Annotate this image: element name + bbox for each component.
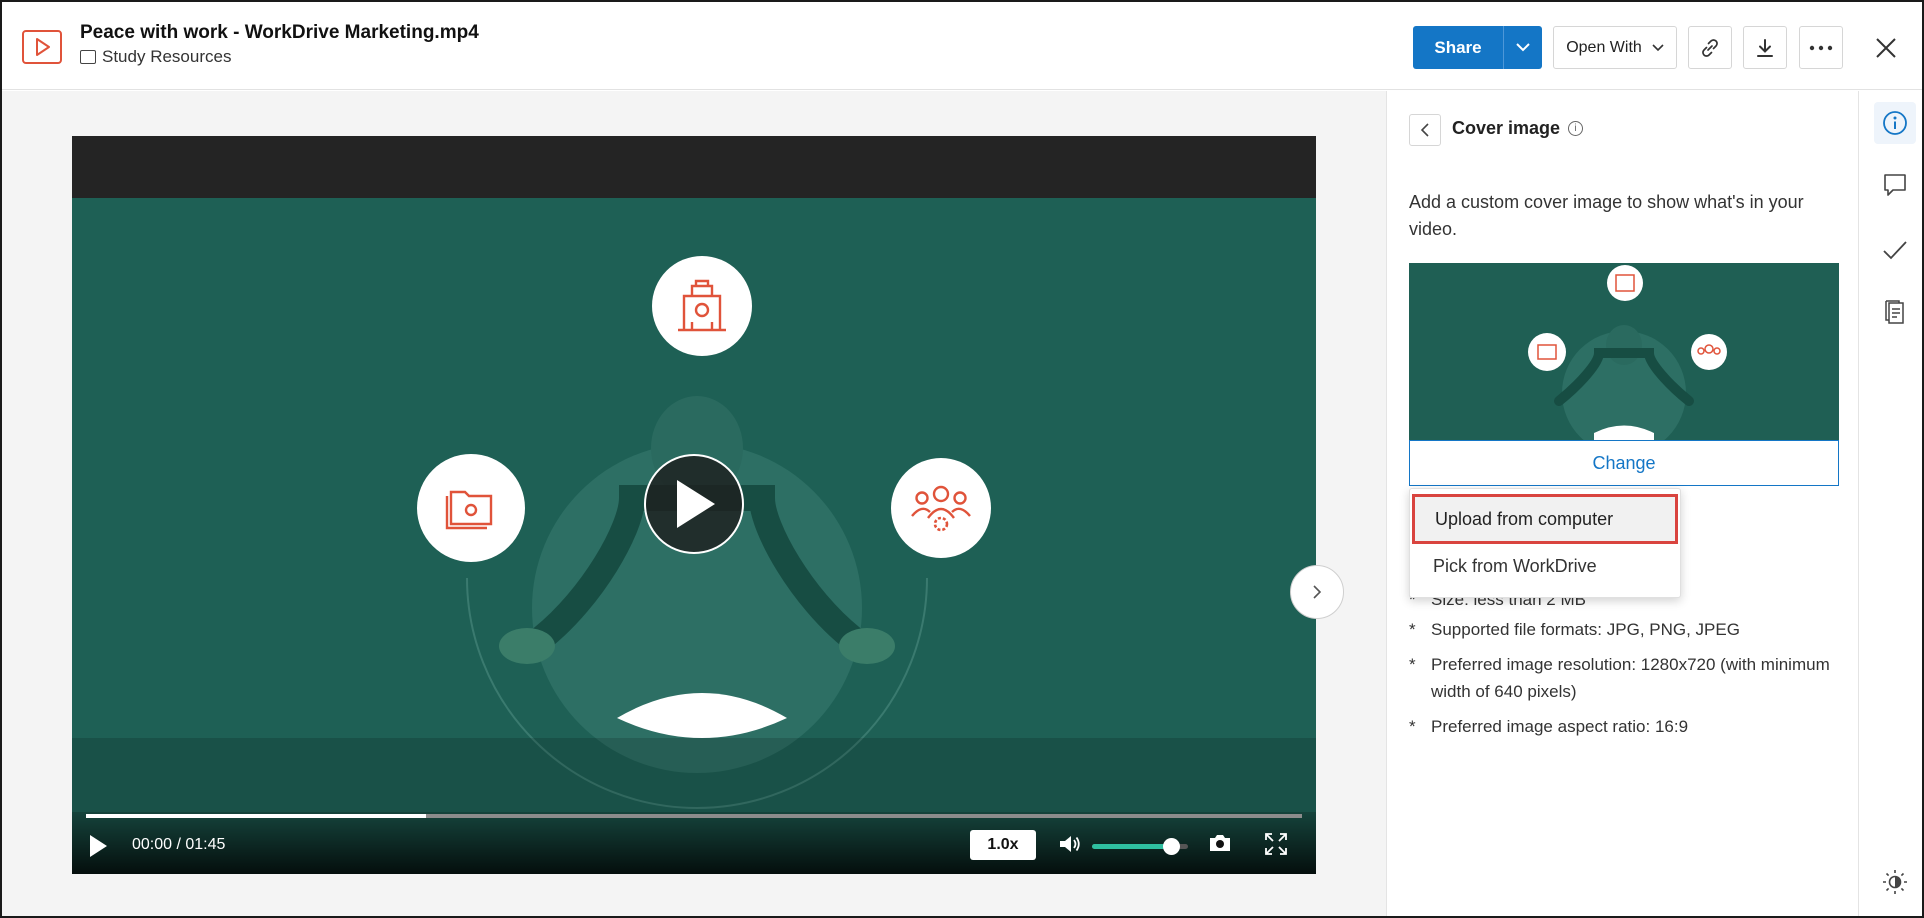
- chevron-down-icon[interactable]: [1504, 26, 1542, 69]
- download-icon: [1757, 38, 1773, 57]
- info-icon[interactable]: i: [1568, 121, 1584, 136]
- snapshot-button[interactable]: [1208, 833, 1232, 858]
- volume-slider[interactable]: [1092, 838, 1188, 855]
- pick-from-workdrive-option[interactable]: Pick from WorkDrive: [1410, 541, 1680, 591]
- close-icon: [1876, 38, 1896, 58]
- close-button[interactable]: [1868, 30, 1904, 66]
- theme-toggle-button[interactable]: [1874, 861, 1916, 903]
- viewer-header: Peace with work - WorkDrive Marketing.mp…: [2, 2, 1922, 90]
- volume-icon: [1060, 836, 1080, 852]
- playback-speed-button[interactable]: 1.0x: [970, 830, 1036, 860]
- seek-bar[interactable]: [86, 814, 1302, 818]
- folder-name: Study Resources: [102, 47, 232, 66]
- office-building-icon: [652, 256, 752, 356]
- play-overlay-button[interactable]: [644, 454, 744, 554]
- fullscreen-icon: [1265, 833, 1287, 855]
- volume-slider-handle[interactable]: [1162, 838, 1180, 855]
- time-display: 00:00 / 01:45: [132, 836, 226, 853]
- volume-button[interactable]: [1058, 833, 1082, 860]
- cover-image-thumbnail: [1409, 263, 1839, 440]
- chevron-left-icon: [1420, 123, 1429, 137]
- info-icon: [1883, 111, 1907, 135]
- requirement-item: * Supported file formats: JPG, PNG, JPEG: [1409, 620, 1740, 639]
- preview-area: 00:00 / 01:45 1.0x: [2, 91, 1386, 916]
- player-controls: 00:00 / 01:45 1.0x: [72, 812, 1316, 874]
- document-list-icon: [1885, 300, 1904, 324]
- comments-button[interactable]: [1874, 164, 1916, 206]
- fullscreen-button[interactable]: [1264, 832, 1288, 861]
- change-cover-menu: Upload from computer Pick from WorkDrive: [1409, 488, 1681, 598]
- play-icon: [677, 480, 715, 528]
- comment-icon: [1884, 174, 1906, 196]
- download-button[interactable]: [1743, 26, 1787, 69]
- requirement-item: * Preferred image resolution: 1280x720 (…: [1409, 655, 1830, 701]
- copy-link-button[interactable]: [1688, 26, 1732, 69]
- play-icon: [90, 835, 107, 857]
- video-file-icon: [22, 30, 62, 64]
- folder-settings-icon: [417, 454, 525, 562]
- share-label: Share: [1413, 26, 1504, 69]
- panel-description: Add a custom cover image to show what's …: [1409, 192, 1804, 239]
- link-icon: [1702, 38, 1718, 57]
- play-button[interactable]: [88, 834, 108, 863]
- volume-slider-fill: [1092, 844, 1171, 849]
- more-options-button[interactable]: [1799, 26, 1843, 69]
- chevron-right-icon: [1313, 585, 1322, 599]
- more-horizontal-icon: [1809, 45, 1833, 50]
- requirement-item: * Preferred image aspect ratio: 16:9: [1409, 717, 1689, 736]
- chevron-down-icon: [1652, 39, 1664, 57]
- video-player[interactable]: 00:00 / 01:45 1.0x: [72, 136, 1316, 874]
- camera-icon: [1210, 835, 1230, 851]
- brightness-icon: [1883, 870, 1907, 894]
- right-rail: [1858, 91, 1922, 916]
- seek-bar-progress: [86, 814, 427, 818]
- file-title: Peace with work - WorkDrive Marketing.mp…: [80, 22, 479, 43]
- share-button[interactable]: Share: [1413, 26, 1542, 69]
- video-letterbox-top: [72, 136, 1316, 198]
- app-window: Peace with work - WorkDrive Marketing.mp…: [0, 0, 1924, 918]
- change-cover-button[interactable]: Change: [1409, 440, 1839, 486]
- next-file-button[interactable]: [1290, 565, 1344, 619]
- team-folder-icon: [80, 50, 96, 64]
- thumbnail-illustration: [1528, 265, 1727, 440]
- open-with-button[interactable]: Open With: [1553, 26, 1677, 69]
- upload-from-computer-option[interactable]: Upload from computer: [1412, 494, 1678, 544]
- tasks-button[interactable]: [1874, 229, 1916, 271]
- activity-button[interactable]: [1874, 291, 1916, 333]
- cover-image-panel: Cover image i Add a custom cover image t…: [1386, 91, 1858, 916]
- info-panel-button[interactable]: [1874, 102, 1916, 144]
- cover-image-requirements: * Size: less than 2 MB * Supported file …: [1409, 586, 1839, 748]
- check-icon: [1883, 241, 1907, 260]
- back-button[interactable]: [1409, 114, 1441, 146]
- folder-breadcrumb[interactable]: Study Resources: [80, 47, 231, 67]
- open-with-label: Open With: [1566, 38, 1642, 56]
- team-settings-icon: [891, 458, 991, 558]
- panel-title: Cover image i: [1452, 118, 1584, 139]
- panel-title-text: Cover image: [1452, 118, 1561, 138]
